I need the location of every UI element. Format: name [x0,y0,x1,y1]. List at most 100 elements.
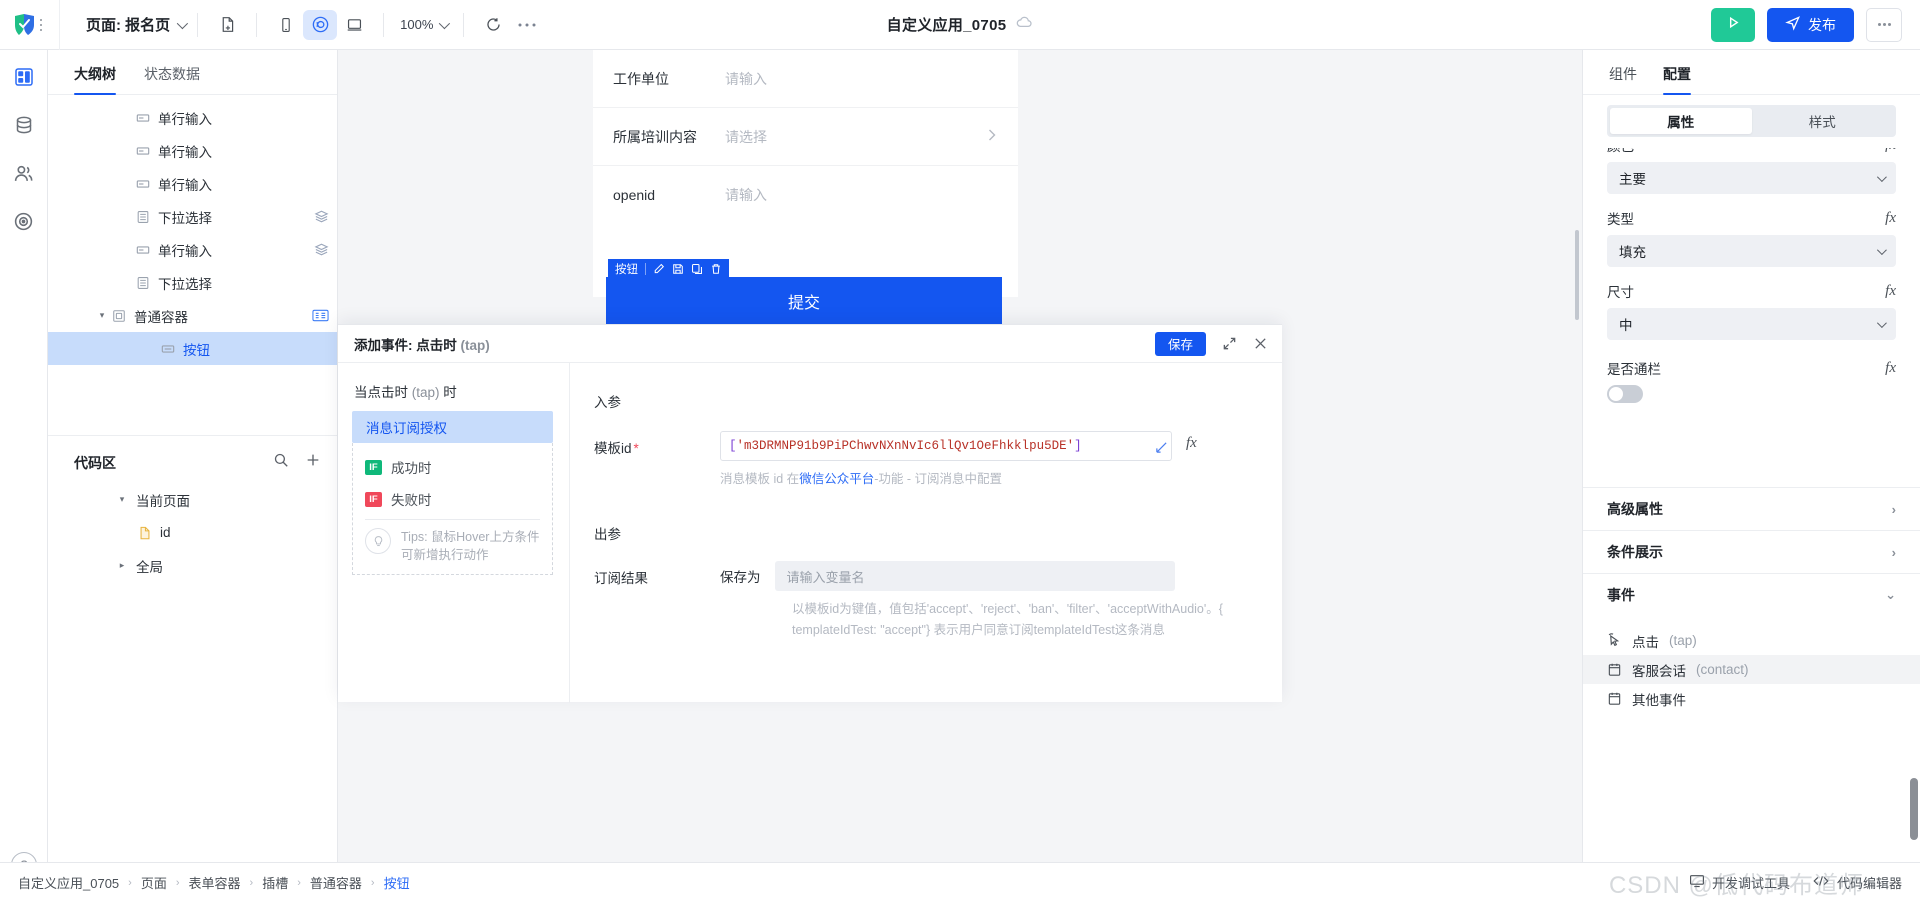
app-logo-icon[interactable] [12,12,38,38]
breadcrumb-item[interactable]: 表单容器 [189,873,241,892]
copy-icon[interactable] [691,263,703,275]
section-label: 条件展示 [1607,544,1663,560]
caret-down-icon[interactable]: ▾ [94,310,110,321]
page-selector[interactable]: 页面: 报名页 [86,14,189,35]
config-segmented-control: 属性 样式 [1607,105,1896,137]
form-row[interactable]: openid 请输入 [593,166,1018,224]
save-button[interactable]: 保存 [1154,331,1206,356]
code-editor-button[interactable]: 代码编辑器 [1812,873,1902,892]
event-label: 客服会话 [1632,663,1686,679]
layout-blocks-icon[interactable] [11,64,37,90]
form-row[interactable]: 工作单位 请输入 [593,50,1018,108]
breadcrumb-item[interactable]: 普通容器 [310,873,362,892]
miniprogram-icon[interactable] [303,9,338,40]
breadcrumb-item-current[interactable]: 按钮 [384,873,410,892]
tab-config[interactable]: 配置 [1663,64,1691,95]
code-tree-item[interactable]: ▸ 全局 [48,549,337,582]
code-tag-icon [1812,874,1830,891]
database-icon[interactable] [11,112,37,138]
desktop-device-icon[interactable] [337,10,371,40]
fx-button[interactable]: fx [1885,283,1896,300]
section-events[interactable]: 事件 ⌄ [1583,573,1920,616]
template-id-input[interactable]: ['m3DRMNP91b9PiPChwvNXnNvIc6llQv1OeFhkkl… [720,431,1172,461]
section-advanced-properties[interactable]: 高级属性 › [1583,487,1920,530]
tree-item[interactable]: 单行输入 [48,167,337,200]
property-select[interactable]: 填充 [1607,235,1896,267]
wechat-platform-link[interactable]: 微信公众平台 [799,472,874,486]
tab-state-data[interactable]: 状态数据 [144,64,200,94]
tree-item[interactable]: 下拉选择 [48,266,337,299]
out-params-label: 出参 [594,527,621,542]
tree-item[interactable]: 单行输入 [48,101,337,134]
toolbar-overflow-button[interactable] [1866,7,1902,42]
breadcrumb-separator: › [128,876,132,889]
breadcrumb-item[interactable]: 页面 [141,873,167,892]
property-fullwidth: 是否通栏 fx [1607,358,1896,403]
app-root: 页面: 报名页 100% 自定义应用_0705 发布 大纲树 状态数据 单行输入… [0,0,1920,902]
code-tree-item[interactable]: id [48,516,337,549]
segment-styles[interactable]: 样式 [1752,108,1894,134]
zoom-selector[interactable]: 100% [396,17,451,32]
run-preview-button[interactable] [1711,7,1755,42]
tab-components[interactable]: 组件 [1609,64,1637,94]
file-plus-icon[interactable] [210,10,244,40]
form-row[interactable]: 所属培训内容 请选择 [593,108,1018,166]
canvas-scrollbar[interactable] [1575,230,1579,320]
submit-button[interactable]: 提交 [606,277,1002,325]
breadcrumb-separator: › [175,876,180,889]
segment-properties[interactable]: 属性 [1610,108,1752,134]
action-item-selected[interactable]: 消息订阅授权 [352,411,553,443]
tree-item[interactable]: 单行输入 [48,134,337,167]
condition-fail[interactable]: IF 失败时 [365,483,540,515]
expand-editor-icon[interactable] [1155,441,1168,458]
section-conditional-display[interactable]: 条件展示 › [1583,530,1920,573]
tree-item-button[interactable]: 按钮 [48,332,337,365]
divider [365,519,540,520]
save-as-label: 保存为 [720,570,761,585]
breadcrumb-item[interactable]: 插槽 [262,873,288,892]
delete-icon[interactable] [710,263,722,275]
right-panel-scrollbar[interactable] [1910,778,1918,840]
outline-tabs: 大纲树 状态数据 [48,50,337,95]
tab-outline-tree[interactable]: 大纲树 [74,64,116,95]
code-tree-item[interactable]: ▾ 当前页面 [48,483,337,516]
status-bar-actions: 开发调试工具 代码编辑器 [1689,873,1902,892]
tree-item[interactable]: 下拉选择 [48,200,337,233]
breadcrumb-item[interactable]: 自定义应用_0705 [18,873,119,892]
tree-item[interactable]: 单行输入 [48,233,337,266]
tree-item-container[interactable]: ▾ 普通容器 [48,299,337,332]
users-icon[interactable] [11,160,37,186]
event-item-contact[interactable]: 客服会话 (contact) [1583,655,1920,684]
expand-icon[interactable] [1222,336,1237,351]
mobile-device-icon[interactable] [269,10,303,40]
cloud-icon [1016,16,1033,34]
property-select[interactable]: 主要 [1607,162,1896,194]
fullwidth-toggle[interactable] [1607,385,1643,403]
variable-name-input[interactable]: 请输入变量名 [774,561,1175,591]
close-icon[interactable] [1253,336,1268,351]
caret-right-icon[interactable]: ▸ [114,560,130,571]
fx-button[interactable]: fx [1885,210,1896,227]
fx-button[interactable]: fx [1186,431,1197,452]
play-icon [1726,15,1741,35]
in-params-row: 入参 [594,385,1252,411]
condition-success[interactable]: IF 成功时 [365,451,540,483]
form-row-value: 请输入 [725,70,767,87]
debug-tool-button[interactable]: 开发调试工具 [1689,873,1790,892]
fx-button[interactable]: fx [1885,360,1896,377]
target-icon[interactable] [11,208,37,234]
property-select[interactable]: 中 [1607,308,1896,340]
toolbar-more-icon[interactable] [510,10,544,40]
chevron-down-icon [439,17,451,29]
zoom-level-label: 100% [400,17,434,32]
event-item-other[interactable]: 其他事件 [1583,684,1920,713]
chevron-down-icon [1876,171,1887,182]
edit-icon[interactable] [653,263,665,275]
caret-down-icon[interactable]: ▾ [114,494,130,505]
publish-button[interactable]: 发布 [1767,7,1854,42]
search-icon[interactable] [273,452,289,473]
save-icon[interactable] [672,263,684,275]
event-item-tap[interactable]: 点击 (tap) [1583,626,1920,655]
refresh-icon[interactable] [476,10,510,40]
plus-icon[interactable] [305,452,321,473]
